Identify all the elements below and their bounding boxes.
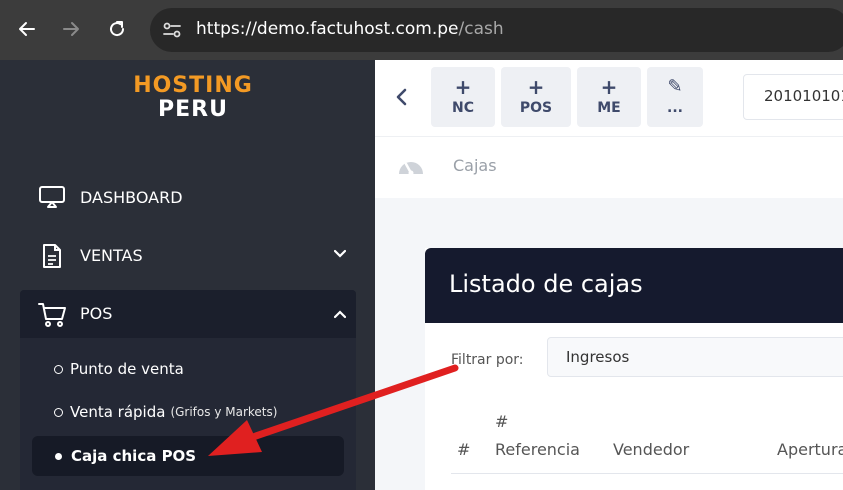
top-toolbar: + NC + POS + ME ✎ ... 2010101010 — [375, 60, 843, 136]
sidebar-item-label: DASHBOARD — [80, 187, 183, 207]
submenu-item-venta-rapida[interactable]: Venta rápida (Grifos y Markets) — [54, 398, 277, 426]
logo-line2: PERU — [158, 97, 228, 122]
sidebar: HOSTING PERU DASHBOARD VENTAS POS Punto … — [0, 60, 375, 490]
circle-icon — [54, 407, 63, 417]
submenu-label: Venta rápida — [70, 403, 166, 421]
table-header-referencia: Referencia — [495, 440, 580, 459]
site-settings-icon[interactable] — [162, 20, 182, 40]
sidebar-item-pos[interactable]: POS — [20, 290, 356, 338]
sidebar-item-dashboard[interactable]: DASHBOARD — [20, 173, 356, 221]
new-nc-button[interactable]: + NC — [431, 67, 495, 127]
pos-menu-group: POS Punto de venta Venta rápida (Grifos … — [20, 290, 356, 490]
ruc-selector[interactable]: 2010101010 — [743, 74, 843, 120]
logo-line1: HOSTING — [133, 73, 253, 98]
document-icon — [43, 244, 61, 268]
url-text[interactable]: https://demo.factuhost.com.pe/cash — [196, 19, 504, 39]
submenu-item-punto-de-venta[interactable]: Punto de venta — [54, 355, 184, 383]
plus-icon: + — [527, 75, 545, 99]
table-header-index: # — [457, 440, 471, 459]
back-button[interactable] — [12, 14, 42, 44]
address-bar[interactable]: https://demo.factuhost.com.pe/cash — [150, 8, 843, 52]
url-path: /cash — [458, 19, 504, 39]
filter-select[interactable]: Ingresos — [547, 337, 843, 377]
chevron-down-icon — [334, 249, 346, 258]
card-header: Listado de cajas — [425, 248, 843, 323]
circle-icon — [54, 364, 63, 374]
monitor-icon — [39, 186, 65, 208]
sidebar-item-label: POS — [80, 304, 113, 323]
table-header-vendedor: Vendedor — [613, 440, 690, 459]
browser-toolbar: https://demo.factuhost.com.pe/cash — [0, 0, 843, 60]
button-label: ... — [667, 100, 683, 116]
cart-icon — [38, 303, 66, 327]
arrow-right-icon — [63, 22, 79, 36]
arrow-left-icon — [19, 22, 35, 36]
chevron-up-icon — [334, 310, 346, 319]
submenu-label: Caja chica POS — [71, 447, 197, 465]
pencil-icon: ✎ — [667, 76, 683, 97]
forward-button[interactable] — [56, 14, 86, 44]
page-title: Listado de cajas — [449, 270, 643, 298]
ruc-value: 2010101010 — [764, 87, 843, 105]
plus-icon: + — [600, 75, 618, 99]
button-label: NC — [452, 100, 474, 116]
submenu-item-caja-chica-pos[interactable]: Caja chica POS — [54, 442, 196, 470]
logo[interactable]: HOSTING PERU — [128, 74, 258, 122]
dot-icon — [55, 452, 62, 460]
plus-icon: + — [454, 75, 472, 99]
button-label: ME — [597, 100, 621, 116]
sidebar-item-label: VENTAS — [80, 245, 143, 265]
edit-more-button[interactable]: ✎ ... — [647, 67, 703, 127]
main-content: + NC + POS + ME ✎ ... 2010101010 Cajas L… — [375, 60, 843, 490]
reload-icon — [110, 21, 125, 37]
button-label: POS — [519, 100, 553, 116]
reload-button[interactable] — [102, 14, 132, 44]
filter-label: Filtrar por: — [451, 352, 524, 368]
submenu-note: (Grifos y Markets) — [170, 405, 278, 419]
cash-list-card: Listado de cajas Filtrar por: Ingresos #… — [425, 248, 843, 490]
breadcrumb: Cajas — [375, 136, 843, 198]
speedometer-icon — [399, 162, 423, 176]
table-divider — [451, 473, 843, 474]
filter-selected-value: Ingresos — [566, 348, 630, 366]
table-header-apertura: Apertura — [777, 440, 843, 459]
table-header-ref-number: # — [495, 412, 509, 431]
sidebar-item-ventas[interactable]: VENTAS — [20, 231, 356, 279]
url-main: https://demo.factuhost.com.pe — [196, 19, 459, 39]
chevron-left-icon[interactable] — [395, 88, 409, 106]
breadcrumb-label[interactable]: Cajas — [453, 156, 497, 175]
new-pos-button[interactable]: + POS — [501, 67, 571, 127]
submenu-label: Punto de venta — [70, 360, 184, 378]
new-me-button[interactable]: + ME — [577, 67, 641, 127]
